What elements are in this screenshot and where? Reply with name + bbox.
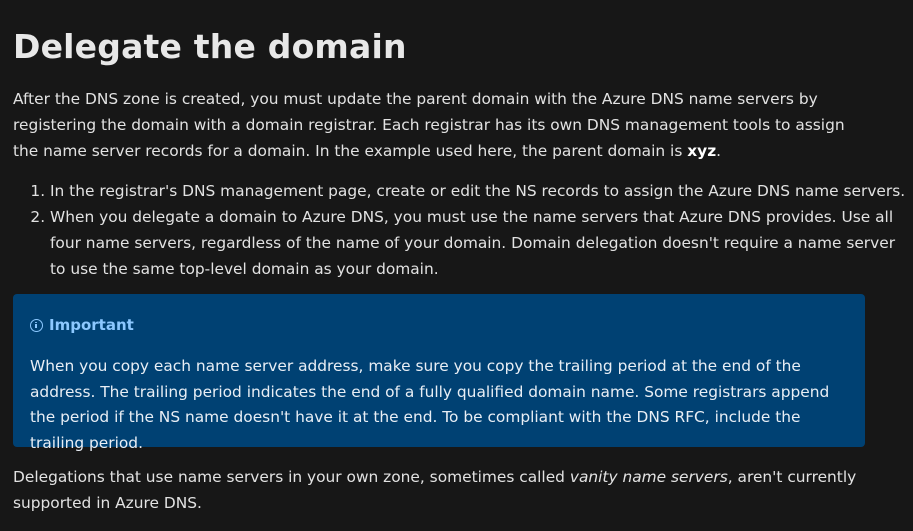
alert-title: Important [30, 316, 134, 334]
intro-paragraph: After the DNS zone is created, you must … [13, 86, 873, 164]
parent-domain-name: xyz [687, 142, 717, 160]
info-icon [30, 318, 43, 332]
step-item-1: In the registrar's DNS management page, … [50, 178, 910, 204]
outro-text: Delegations that use name servers in you… [13, 468, 570, 486]
vanity-name-servers-term: vanity name servers [569, 468, 728, 486]
step-item-2: When you delegate a domain to Azure DNS,… [50, 204, 910, 282]
steps-list: In the registrar's DNS management page, … [13, 178, 910, 282]
alert-title-label: Important [49, 316, 134, 334]
alert-body: When you copy each name server address, … [30, 357, 830, 452]
intro-text-end: . [716, 142, 722, 160]
outro-paragraph: Delegations that use name servers in you… [13, 464, 893, 516]
page-title: Delegate the domain [13, 27, 407, 66]
important-alert: Important When you copy each name server… [13, 294, 865, 452]
